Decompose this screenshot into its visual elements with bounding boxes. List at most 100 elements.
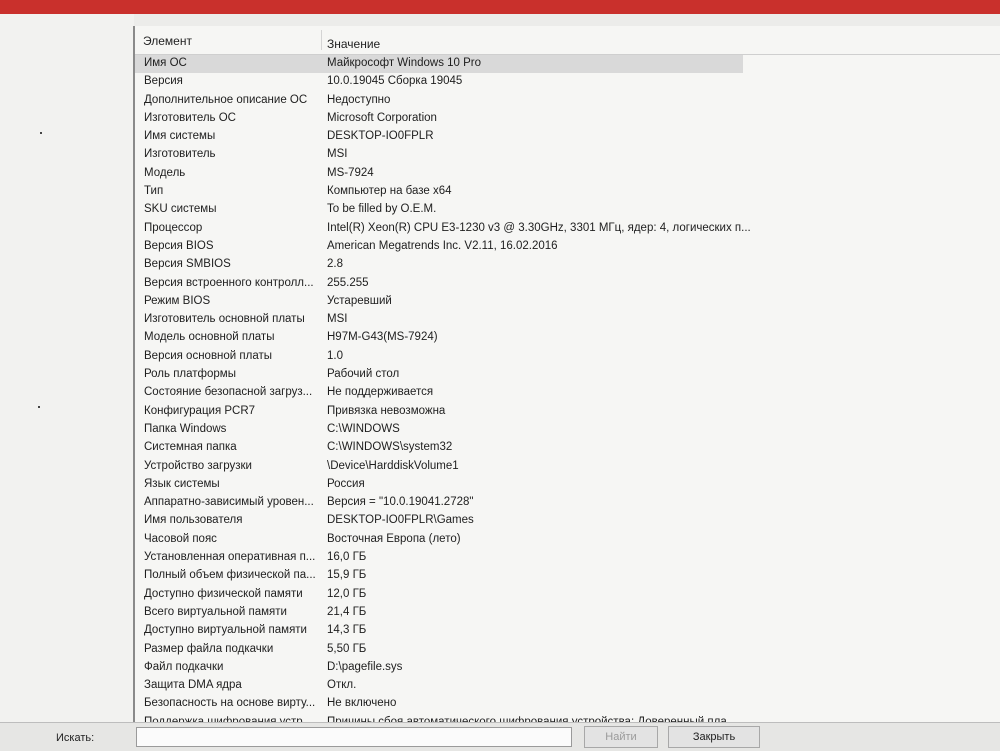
find-button[interactable]: Найти <box>584 726 658 748</box>
row-value: \Device\HarddiskVolume1 <box>327 459 459 472</box>
table-row[interactable]: Доступно виртуальной памяти 14,3 ГБ <box>135 622 1000 640</box>
table-row[interactable]: Модель основной платы H97M-G43(MS-7924) <box>135 329 1000 347</box>
row-element: Версия SMBIOS <box>144 258 231 271</box>
row-value: 14,3 ГБ <box>327 624 367 637</box>
table-row[interactable]: Модель MS-7924 <box>135 165 1000 183</box>
table-header: Элемент Значение <box>135 26 1000 55</box>
table-row[interactable]: SKU системы To be filled by O.E.M. <box>135 201 1000 219</box>
row-element: Модель <box>144 166 186 179</box>
close-button[interactable]: Закрыть <box>668 726 760 748</box>
table-row[interactable]: Папка Windows C:\WINDOWS <box>135 421 1000 439</box>
row-value: C:\WINDOWS\system32 <box>327 441 453 454</box>
row-value: Россия <box>327 477 365 490</box>
system-summary-table: Элемент Значение Имя ОС Майкрософт Window… <box>135 26 1000 722</box>
row-value: MSI <box>327 313 348 326</box>
table-row[interactable]: Изготовитель ОС Microsoft Corporation <box>135 110 1000 128</box>
row-value: Компьютер на базе x64 <box>327 185 452 198</box>
row-value: Версия = "10.0.19041.2728" <box>327 496 474 509</box>
table-row[interactable]: Часовой пояс Восточная Европа (лето) <box>135 531 1000 549</box>
row-element: Доступно виртуальной памяти <box>144 624 307 637</box>
table-row[interactable]: Системная папка C:\WINDOWS\system32 <box>135 439 1000 457</box>
table-row[interactable]: Режим BIOS Устаревший <box>135 293 1000 311</box>
row-element: Версия основной платы <box>144 349 273 362</box>
row-value: To be filled by O.E.M. <box>327 203 437 216</box>
table-row[interactable]: Защита DMA ядра Откл. <box>135 677 1000 695</box>
table-row[interactable]: Состояние безопасной загруз... Не поддерж… <box>135 384 1000 402</box>
table-row[interactable]: Устройство загрузки \Device\HarddiskVolum… <box>135 458 1000 476</box>
table-row[interactable]: Версия 10.0.19045 Сборка 19045 <box>135 73 1000 91</box>
table-row[interactable]: Версия встроенного контролл... 255.255 <box>135 275 1000 293</box>
row-element: Имя ОС <box>144 57 187 69</box>
row-element: Доступно физической памяти <box>144 587 303 600</box>
table-row[interactable]: Имя системы DESKTOP-IO0FPLR <box>135 128 1000 146</box>
table-row[interactable]: Роль платформы Рабочий стол <box>135 366 1000 384</box>
table-row[interactable]: Процессор Intel(R) Xeon(R) CPU E3-1230 v3… <box>135 220 1000 238</box>
row-value: 16,0 ГБ <box>327 551 367 564</box>
table-row[interactable]: Поддержка шифрования устр... Причины сбоя… <box>135 714 1000 722</box>
row-element: Защита DMA ядра <box>144 679 242 692</box>
table-row[interactable]: Безопасность на основе вирту... Не включе… <box>135 695 1000 713</box>
table-row[interactable]: Язык системы Россия <box>135 476 1000 494</box>
tree-node-marker <box>40 132 42 134</box>
row-value: Привязка невозможна <box>327 404 446 417</box>
title-bar <box>0 0 1000 14</box>
table-row[interactable]: Аппаратно-зависимый уровен... Версия = "1… <box>135 494 1000 512</box>
table-row[interactable]: Установленная оперативная п... 16,0 ГБ <box>135 549 1000 567</box>
table-row[interactable]: Всего виртуальной памяти 21,4 ГБ <box>135 604 1000 622</box>
row-value: Не включено <box>327 697 397 710</box>
row-element: Устройство загрузки <box>144 459 252 472</box>
row-value: DESKTOP-IO0FPLR\Games <box>327 514 474 527</box>
row-value: Откл. <box>327 679 357 692</box>
row-value: 2.8 <box>327 258 343 271</box>
column-header-element[interactable]: Элемент <box>143 34 192 48</box>
row-element: Безопасность на основе вирту... <box>144 697 316 710</box>
table-row[interactable]: Имя пользователя DESKTOP-IO0FPLR\Games <box>135 512 1000 530</box>
search-bar: Искать: Найти Закрыть <box>0 722 1000 751</box>
table-row[interactable]: Дополнительное описание ОС Недоступно <box>135 92 1000 110</box>
row-element: Имя системы <box>144 130 216 143</box>
row-element: Процессор <box>144 221 203 234</box>
row-element: Версия встроенного контролл... <box>144 276 314 289</box>
row-value: 1.0 <box>327 349 343 362</box>
table-row[interactable]: Размер файла подкачки 5,50 ГБ <box>135 641 1000 659</box>
table-row[interactable]: Полный объем физической па... 15,9 ГБ <box>135 567 1000 585</box>
row-value: DESKTOP-IO0FPLR <box>327 130 434 143</box>
search-label: Искать: <box>56 732 95 744</box>
table-row[interactable]: Файл подкачки D:\pagefile.sys <box>135 659 1000 677</box>
row-value: Устаревший <box>327 294 392 307</box>
table-row[interactable]: Версия SMBIOS 2.8 <box>135 256 1000 274</box>
table-row[interactable]: Имя ОС Майкрософт Windows 10 Pro <box>135 55 743 74</box>
table-row[interactable]: Изготовитель основной платы MSI <box>135 311 1000 329</box>
tree-node-marker <box>38 406 40 408</box>
row-element: Всего виртуальной памяти <box>144 605 287 618</box>
row-value: MSI <box>327 148 348 161</box>
row-value: Восточная Европа (лето) <box>327 532 461 545</box>
table-row[interactable]: Версия BIOS American Megatrends Inc. V2.1… <box>135 238 1000 256</box>
row-value: Майкрософт Windows 10 Pro <box>327 57 482 69</box>
row-element: Дополнительное описание ОС <box>144 93 308 106</box>
row-value: Не поддерживается <box>327 386 434 399</box>
table-row[interactable]: Версия основной платы 1.0 <box>135 348 1000 366</box>
row-value: 15,9 ГБ <box>327 569 367 582</box>
column-divider[interactable] <box>321 30 322 50</box>
category-tree-pane[interactable] <box>0 14 134 722</box>
row-element: Системная папка <box>144 441 237 454</box>
row-value: Intel(R) Xeon(R) CPU E3-1230 v3 @ 3.30GH… <box>327 221 751 234</box>
row-element: Установленная оперативная п... <box>144 551 316 564</box>
table-row[interactable]: Изготовитель MSI <box>135 146 1000 164</box>
row-element: Роль платформы <box>144 368 236 381</box>
table-row[interactable]: Доступно физической памяти 12,0 ГБ <box>135 586 1000 604</box>
table-row[interactable]: Тип Компьютер на базе x64 <box>135 183 1000 201</box>
row-element: Изготовитель ОС <box>144 111 236 124</box>
row-value: MS-7924 <box>327 166 374 179</box>
row-element: Версия BIOS <box>144 239 214 252</box>
table-row[interactable]: Конфигурация PCR7 Привязка невозможна <box>135 403 1000 421</box>
row-value: 12,0 ГБ <box>327 587 367 600</box>
row-value: 255.255 <box>327 276 369 289</box>
row-element: Изготовитель основной платы <box>144 313 305 326</box>
search-input[interactable] <box>136 727 572 747</box>
row-element: Режим BIOS <box>144 294 211 307</box>
row-element: Файл подкачки <box>144 660 224 673</box>
row-value: American Megatrends Inc. V2.11, 16.02.20… <box>327 239 558 252</box>
column-header-value[interactable]: Значение <box>327 37 380 51</box>
